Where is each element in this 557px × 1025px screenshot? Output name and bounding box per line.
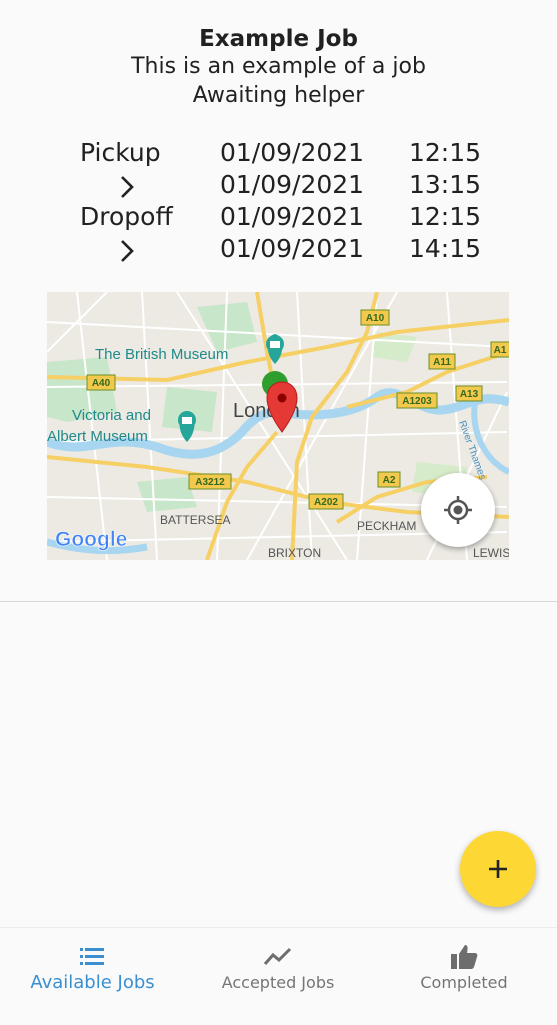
map-label: BATTERSEA xyxy=(160,513,230,527)
nav-label: Available Jobs xyxy=(30,972,155,993)
nav-available-jobs[interactable]: Available Jobs xyxy=(0,928,185,1025)
road-badge: A3212 xyxy=(188,473,232,490)
thumbs-up-icon xyxy=(451,945,478,969)
road-badge: A40 xyxy=(86,374,116,391)
job-status: Awaiting helper xyxy=(192,83,365,108)
schedule-time: 13:15 xyxy=(409,170,482,199)
road-badge: A1 xyxy=(490,341,509,358)
job-card: Example Job This is an example of a job … xyxy=(0,0,557,602)
schedule-time: 14:15 xyxy=(409,234,482,263)
schedule-date: 01/09/2021 xyxy=(220,234,365,263)
chevron-right-icon xyxy=(121,176,134,198)
nav-label: Accepted Jobs xyxy=(221,973,335,992)
pickup-label: Pickup xyxy=(80,138,161,167)
list-icon xyxy=(79,948,104,965)
chevron-right-icon xyxy=(121,240,134,262)
road-badge: A1203 xyxy=(396,392,438,409)
schedule-table: Pickup 01/09/2021 12:15 01/09/2021 13:15… xyxy=(0,137,557,265)
svg-text:A1203: A1203 xyxy=(402,396,432,407)
nav-completed[interactable]: Completed xyxy=(371,928,557,1025)
schedule-time: 12:15 xyxy=(409,138,482,167)
map-label: Albert Museum xyxy=(47,428,148,445)
schedule-date: 01/09/2021 xyxy=(220,202,365,231)
map-label: The British Museum xyxy=(95,346,228,363)
my-location-button[interactable] xyxy=(421,473,495,547)
svg-text:A13: A13 xyxy=(460,389,479,400)
schedule-row-pickup-end: 01/09/2021 13:15 xyxy=(0,169,557,201)
divider xyxy=(0,601,557,602)
add-job-button[interactable] xyxy=(460,831,536,907)
job-title: Example Job xyxy=(199,26,358,52)
svg-text:A1: A1 xyxy=(494,345,507,356)
road-badge: A11 xyxy=(428,353,456,370)
dropoff-label: Dropoff xyxy=(80,202,173,231)
schedule-row-dropoff: Dropoff 01/09/2021 12:15 xyxy=(0,201,557,233)
road-badge: A2 xyxy=(377,471,401,488)
schedule-date: 01/09/2021 xyxy=(220,138,365,167)
map-label: Victoria and xyxy=(72,407,151,424)
svg-text:A10: A10 xyxy=(366,313,385,324)
road-badge: A202 xyxy=(308,493,344,510)
schedule-date: 01/09/2021 xyxy=(220,170,365,199)
plus-icon xyxy=(489,860,507,878)
schedule-row-pickup: Pickup 01/09/2021 12:15 xyxy=(0,137,557,169)
nav-accepted-jobs[interactable]: Accepted Jobs xyxy=(185,928,371,1025)
my-location-icon xyxy=(444,496,472,524)
map-label: LEWIS xyxy=(473,546,509,560)
svg-text:A3212: A3212 xyxy=(195,477,225,488)
road-badge: A10 xyxy=(360,309,390,326)
schedule-row-dropoff-end: 01/09/2021 14:15 xyxy=(0,233,557,265)
svg-text:A40: A40 xyxy=(92,378,111,389)
nav-label: Completed xyxy=(420,973,508,992)
map-label: BRIXTON xyxy=(268,546,321,560)
svg-text:A2: A2 xyxy=(383,475,396,486)
schedule-time: 12:15 xyxy=(409,202,482,231)
svg-text:A202: A202 xyxy=(314,497,338,508)
google-logo: Google xyxy=(55,528,127,551)
road-badge: A13 xyxy=(455,385,483,402)
trending-icon xyxy=(263,947,292,965)
map-label: PECKHAM xyxy=(357,519,416,533)
job-description: This is an example of a job xyxy=(131,54,426,79)
svg-text:A11: A11 xyxy=(433,357,451,368)
bottom-navigation: Available Jobs Accepted Jobs Completed xyxy=(0,927,557,1025)
